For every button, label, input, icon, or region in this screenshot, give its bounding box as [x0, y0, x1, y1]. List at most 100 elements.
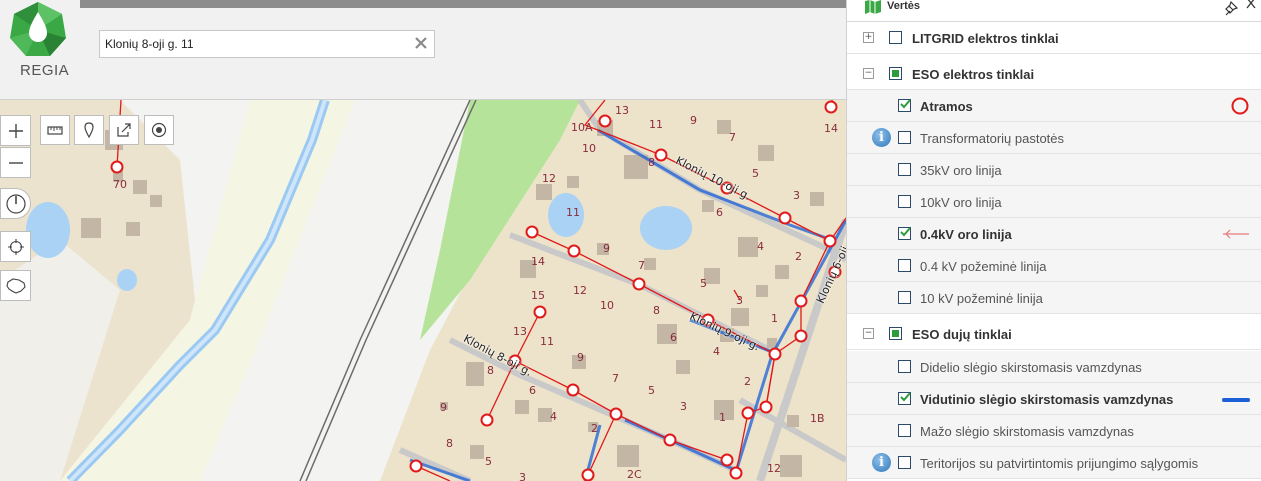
logo-text: REGIA [20, 62, 70, 79]
pond [640, 206, 692, 250]
layer-item-teritorijos[interactable]: i Teritorijos su patvirtintomis prijungi… [847, 447, 1261, 479]
group-checkbox[interactable] [889, 67, 902, 80]
layer-item-10kv[interactable]: 10kV oro linija [847, 186, 1261, 218]
clear-search-icon[interactable] [414, 36, 428, 50]
layer-checkbox[interactable] [898, 456, 911, 469]
close-panel-icon[interactable] [1246, 0, 1258, 10]
house-number: 5 [752, 167, 759, 180]
layer-label: 35kV oro linija [920, 163, 1002, 178]
search-box [99, 30, 435, 58]
house-number: 4 [757, 240, 764, 253]
collapse-toggle[interactable]: − [863, 328, 874, 339]
checkmark-icon [900, 99, 911, 109]
house-number: 11 [566, 206, 580, 219]
layer-checkbox[interactable] [898, 392, 911, 405]
group-checkbox[interactable] [889, 327, 902, 340]
house-number: 70 [113, 178, 127, 191]
compass-button[interactable] [0, 188, 31, 219]
country-outline-icon [5, 277, 26, 294]
pond [117, 269, 137, 291]
layer-item-04kv-pozemine[interactable]: 0.4 kV požeminė linija [847, 250, 1261, 282]
house-number: 8 [648, 156, 655, 169]
expand-toggle[interactable]: + [863, 32, 874, 43]
info-icon[interactable]: i [872, 128, 891, 147]
layer-item-10kv-pozemine[interactable]: 10 kV požeminė linija [847, 282, 1261, 314]
pond [26, 202, 70, 258]
house-number: 4 [550, 410, 557, 423]
layer-item-vidutinio-slegio[interactable]: Vidutinio slėgio skirstomasis vamzdynas [847, 383, 1261, 415]
house-number: 5 [648, 384, 655, 397]
group-checkbox[interactable] [889, 31, 902, 44]
house-number: 2 [744, 375, 751, 388]
layer-label: 10 kV požeminė linija [920, 291, 1043, 306]
layer-checkbox[interactable] [898, 131, 911, 144]
layer-item-atramos[interactable]: Atramos [847, 90, 1261, 122]
layer-checkbox[interactable] [898, 163, 911, 176]
top-header: REGIA [0, 0, 846, 100]
info-icon[interactable]: i [872, 453, 891, 472]
checkmark-icon [900, 392, 911, 402]
house-number: 8 [487, 364, 494, 377]
map-view[interactable]: Klonių 10-oji g. Klonių 9-oji g. Klonių … [0, 100, 846, 481]
group-label: ESO elektros tinklai [912, 67, 1035, 82]
house-number: 6 [716, 206, 723, 219]
house-number: 5 [485, 455, 492, 468]
layer-checkbox[interactable] [898, 227, 911, 240]
house-number: 8 [446, 437, 453, 450]
plus-icon [8, 123, 23, 138]
house-number: 6 [529, 384, 536, 397]
layer-checkbox[interactable] [898, 291, 911, 304]
layer-item-04kv-oro[interactable]: 0.4kV oro linija [847, 218, 1261, 250]
layer-item-didelio-slegio[interactable]: Didelio slėgio skirstomasis vamzdynas [847, 351, 1261, 383]
house-number: 4 [713, 345, 720, 358]
lithuania-extent-button[interactable] [0, 270, 31, 301]
pin-panel-icon[interactable] [1223, 0, 1239, 16]
red-circle-icon [1231, 97, 1249, 115]
regia-logo[interactable]: REGIA [6, 0, 70, 84]
house-number: 2 [591, 422, 598, 435]
layer-item-mazo-slegio[interactable]: Mažo slėgio skirstomasis vamzdynas [847, 415, 1261, 447]
layer-checkbox[interactable] [898, 360, 911, 373]
crosshair-icon [7, 238, 24, 255]
zoom-in-button[interactable] [0, 115, 31, 146]
panel-title: Vertės [887, 0, 921, 12]
layer-group-eso-gas[interactable]: − ESO dujų tinklai [847, 318, 1261, 350]
layer-checkbox[interactable] [898, 259, 911, 272]
header-accent-bar [80, 0, 846, 8]
house-number: 3 [680, 400, 687, 413]
collapse-toggle[interactable]: − [863, 68, 874, 79]
layer-group-litgrid[interactable]: + LITGRID elektros tinklai [847, 22, 1261, 54]
logo-icon [10, 2, 66, 56]
map-layers-icon [865, 0, 881, 14]
compass-icon [5, 193, 26, 214]
zoom-out-button[interactable] [0, 147, 31, 178]
layer-label: Vidutinio slėgio skirstomasis vamzdynas [920, 392, 1174, 407]
layer-item-transformatoriai[interactable]: i Transformatorių pastotės [847, 122, 1261, 154]
layer-checkbox[interactable] [898, 195, 911, 208]
blue-line-icon [1222, 398, 1250, 402]
red-line-icon [1223, 229, 1249, 239]
share-button[interactable] [109, 115, 139, 145]
house-number: 8 [653, 304, 660, 317]
address-search-input[interactable] [105, 31, 405, 57]
layer-item-35kv[interactable]: 35kV oro linija [847, 154, 1261, 186]
partial-check-mark [892, 330, 899, 337]
minus-icon [8, 161, 23, 164]
house-number: 1 [771, 312, 778, 325]
house-number: 1 [719, 411, 726, 424]
layer-label: Teritorijos su patvirtintomis prijungimo… [920, 456, 1199, 471]
house-number: 7 [612, 372, 619, 385]
layer-checkbox[interactable] [898, 424, 911, 437]
checkmark-icon [900, 227, 911, 237]
measure-distance-button[interactable] [40, 115, 70, 145]
place-marker-button[interactable] [74, 115, 104, 145]
layer-group-eso-electric[interactable]: − ESO elektros tinklai [847, 58, 1261, 90]
house-number: 2 [795, 250, 802, 263]
locate-button[interactable] [0, 231, 31, 262]
house-number: 3 [793, 189, 800, 202]
ruler-icon [47, 126, 63, 135]
target-button[interactable] [144, 115, 174, 145]
layer-checkbox[interactable] [898, 99, 911, 112]
house-number: 3 [519, 471, 526, 481]
house-number: 13 [615, 104, 629, 117]
